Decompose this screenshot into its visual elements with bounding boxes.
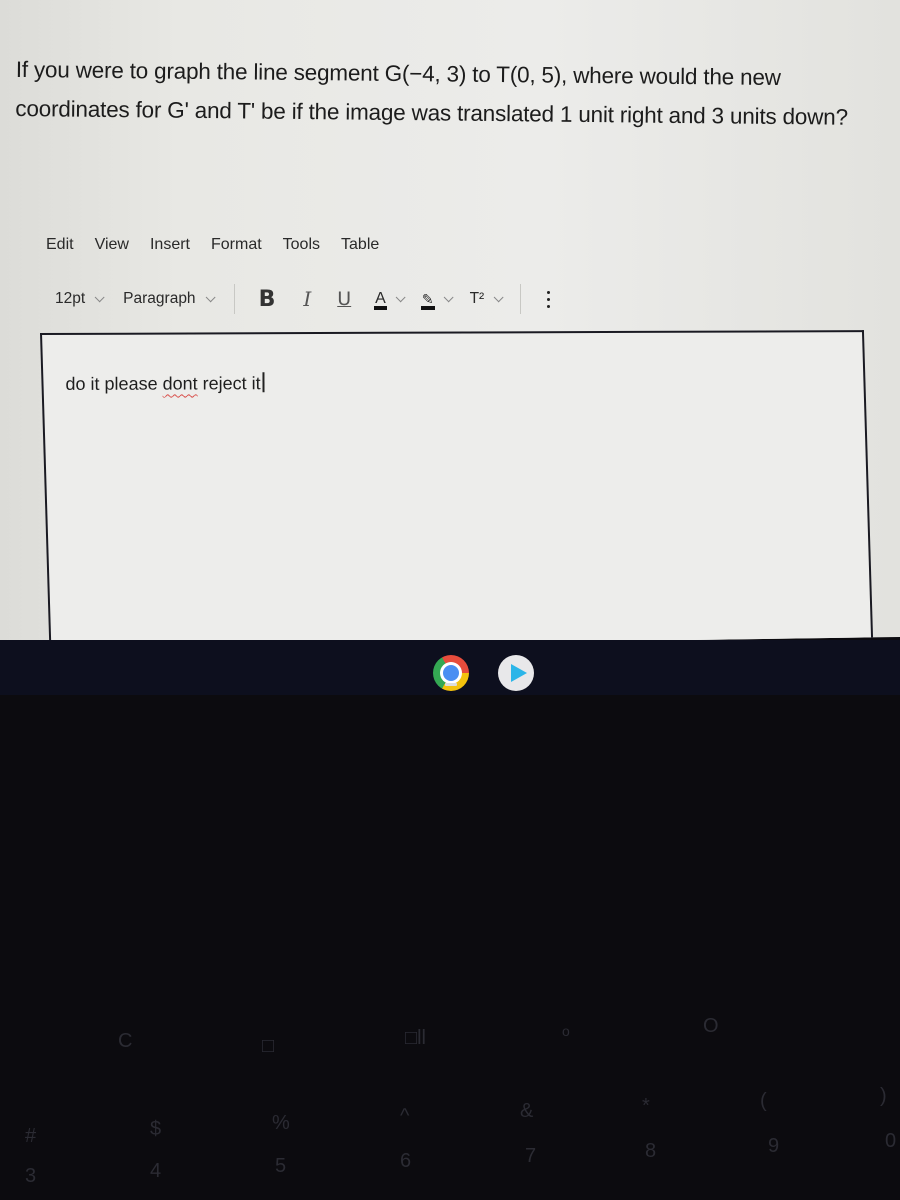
key-label: % (272, 1112, 290, 1134)
chevron-down-icon (94, 291, 105, 302)
block-format-dropdown[interactable]: Paragraph (123, 290, 216, 308)
active-app-indicator (445, 683, 457, 686)
italic-button[interactable]: I (303, 286, 311, 312)
menu-insert[interactable]: Insert (150, 236, 190, 254)
rich-text-editor[interactable]: do it please dont reject it (40, 330, 874, 650)
editor-toolbar: 12pt Paragraph B I U A ✎ T² (55, 284, 675, 314)
editor-content[interactable]: do it please dont reject it (65, 372, 265, 395)
key-label: O (703, 1015, 719, 1037)
key-label: 7 (525, 1145, 537, 1167)
os-shelf (0, 640, 900, 695)
browser-screen: If you were to graph the line segment G(… (0, 0, 900, 650)
highlighter-icon: ✎ (420, 290, 435, 310)
key-label: 4 (150, 1160, 162, 1182)
question-text: If you were to graph the line segment G(… (15, 56, 849, 130)
menu-table[interactable]: Table (341, 236, 379, 254)
misspelled-word[interactable]: dont (163, 373, 198, 393)
editor-text-segment: do it please (65, 373, 163, 394)
play-store-icon[interactable] (498, 655, 534, 691)
bold-button[interactable]: B (259, 286, 276, 312)
key-label: ( (760, 1090, 767, 1112)
superscript-button[interactable]: T² (469, 290, 504, 308)
key-label: 3 (25, 1165, 37, 1187)
key-label: # (25, 1125, 37, 1147)
keyboard-reflection: C □ □ll o O # $ % ^ & * ( ) 3 4 5 6 7 8 … (0, 700, 900, 1200)
chevron-down-icon (443, 291, 454, 302)
text-caret (262, 372, 265, 393)
text-color-button[interactable]: A (374, 290, 406, 310)
chevron-down-icon (395, 291, 406, 302)
font-size-dropdown[interactable]: 12pt (55, 290, 105, 308)
key-label: □ll (405, 1027, 426, 1049)
text-color-icon: A (374, 290, 387, 310)
editor-menubar: Edit View Insert Format Tools Table (46, 236, 400, 254)
chevron-down-icon (493, 291, 504, 302)
menu-tools[interactable]: Tools (283, 236, 320, 254)
key-label: 8 (645, 1140, 657, 1162)
key-label: □ (262, 1035, 275, 1057)
key-label: 9 (768, 1135, 780, 1157)
key-label: 6 (400, 1150, 412, 1172)
highlight-color-button[interactable]: ✎ (420, 290, 454, 310)
menu-edit[interactable]: Edit (46, 236, 74, 254)
more-options-button[interactable] (547, 286, 551, 312)
font-size-value: 12pt (55, 290, 86, 307)
toolbar-divider (520, 284, 522, 314)
block-format-value: Paragraph (123, 290, 196, 307)
menu-view[interactable]: View (95, 236, 129, 254)
more-vertical-icon (547, 290, 551, 308)
key-label: C (118, 1030, 133, 1052)
superscript-icon: T² (469, 290, 485, 307)
key-label: ) (880, 1085, 887, 1107)
key-label: * (642, 1095, 650, 1117)
chevron-down-icon (205, 291, 216, 302)
key-label: 0 (885, 1130, 897, 1152)
underline-button[interactable]: U (337, 286, 351, 312)
menu-format[interactable]: Format (211, 236, 262, 254)
key-label: 5 (275, 1155, 287, 1177)
key-label: $ (150, 1118, 162, 1140)
key-label: ^ (400, 1105, 410, 1127)
editor-text-segment: reject it (197, 373, 261, 394)
key-label: & (520, 1100, 534, 1122)
toolbar-divider (233, 284, 235, 314)
key-label: o (562, 1023, 570, 1039)
